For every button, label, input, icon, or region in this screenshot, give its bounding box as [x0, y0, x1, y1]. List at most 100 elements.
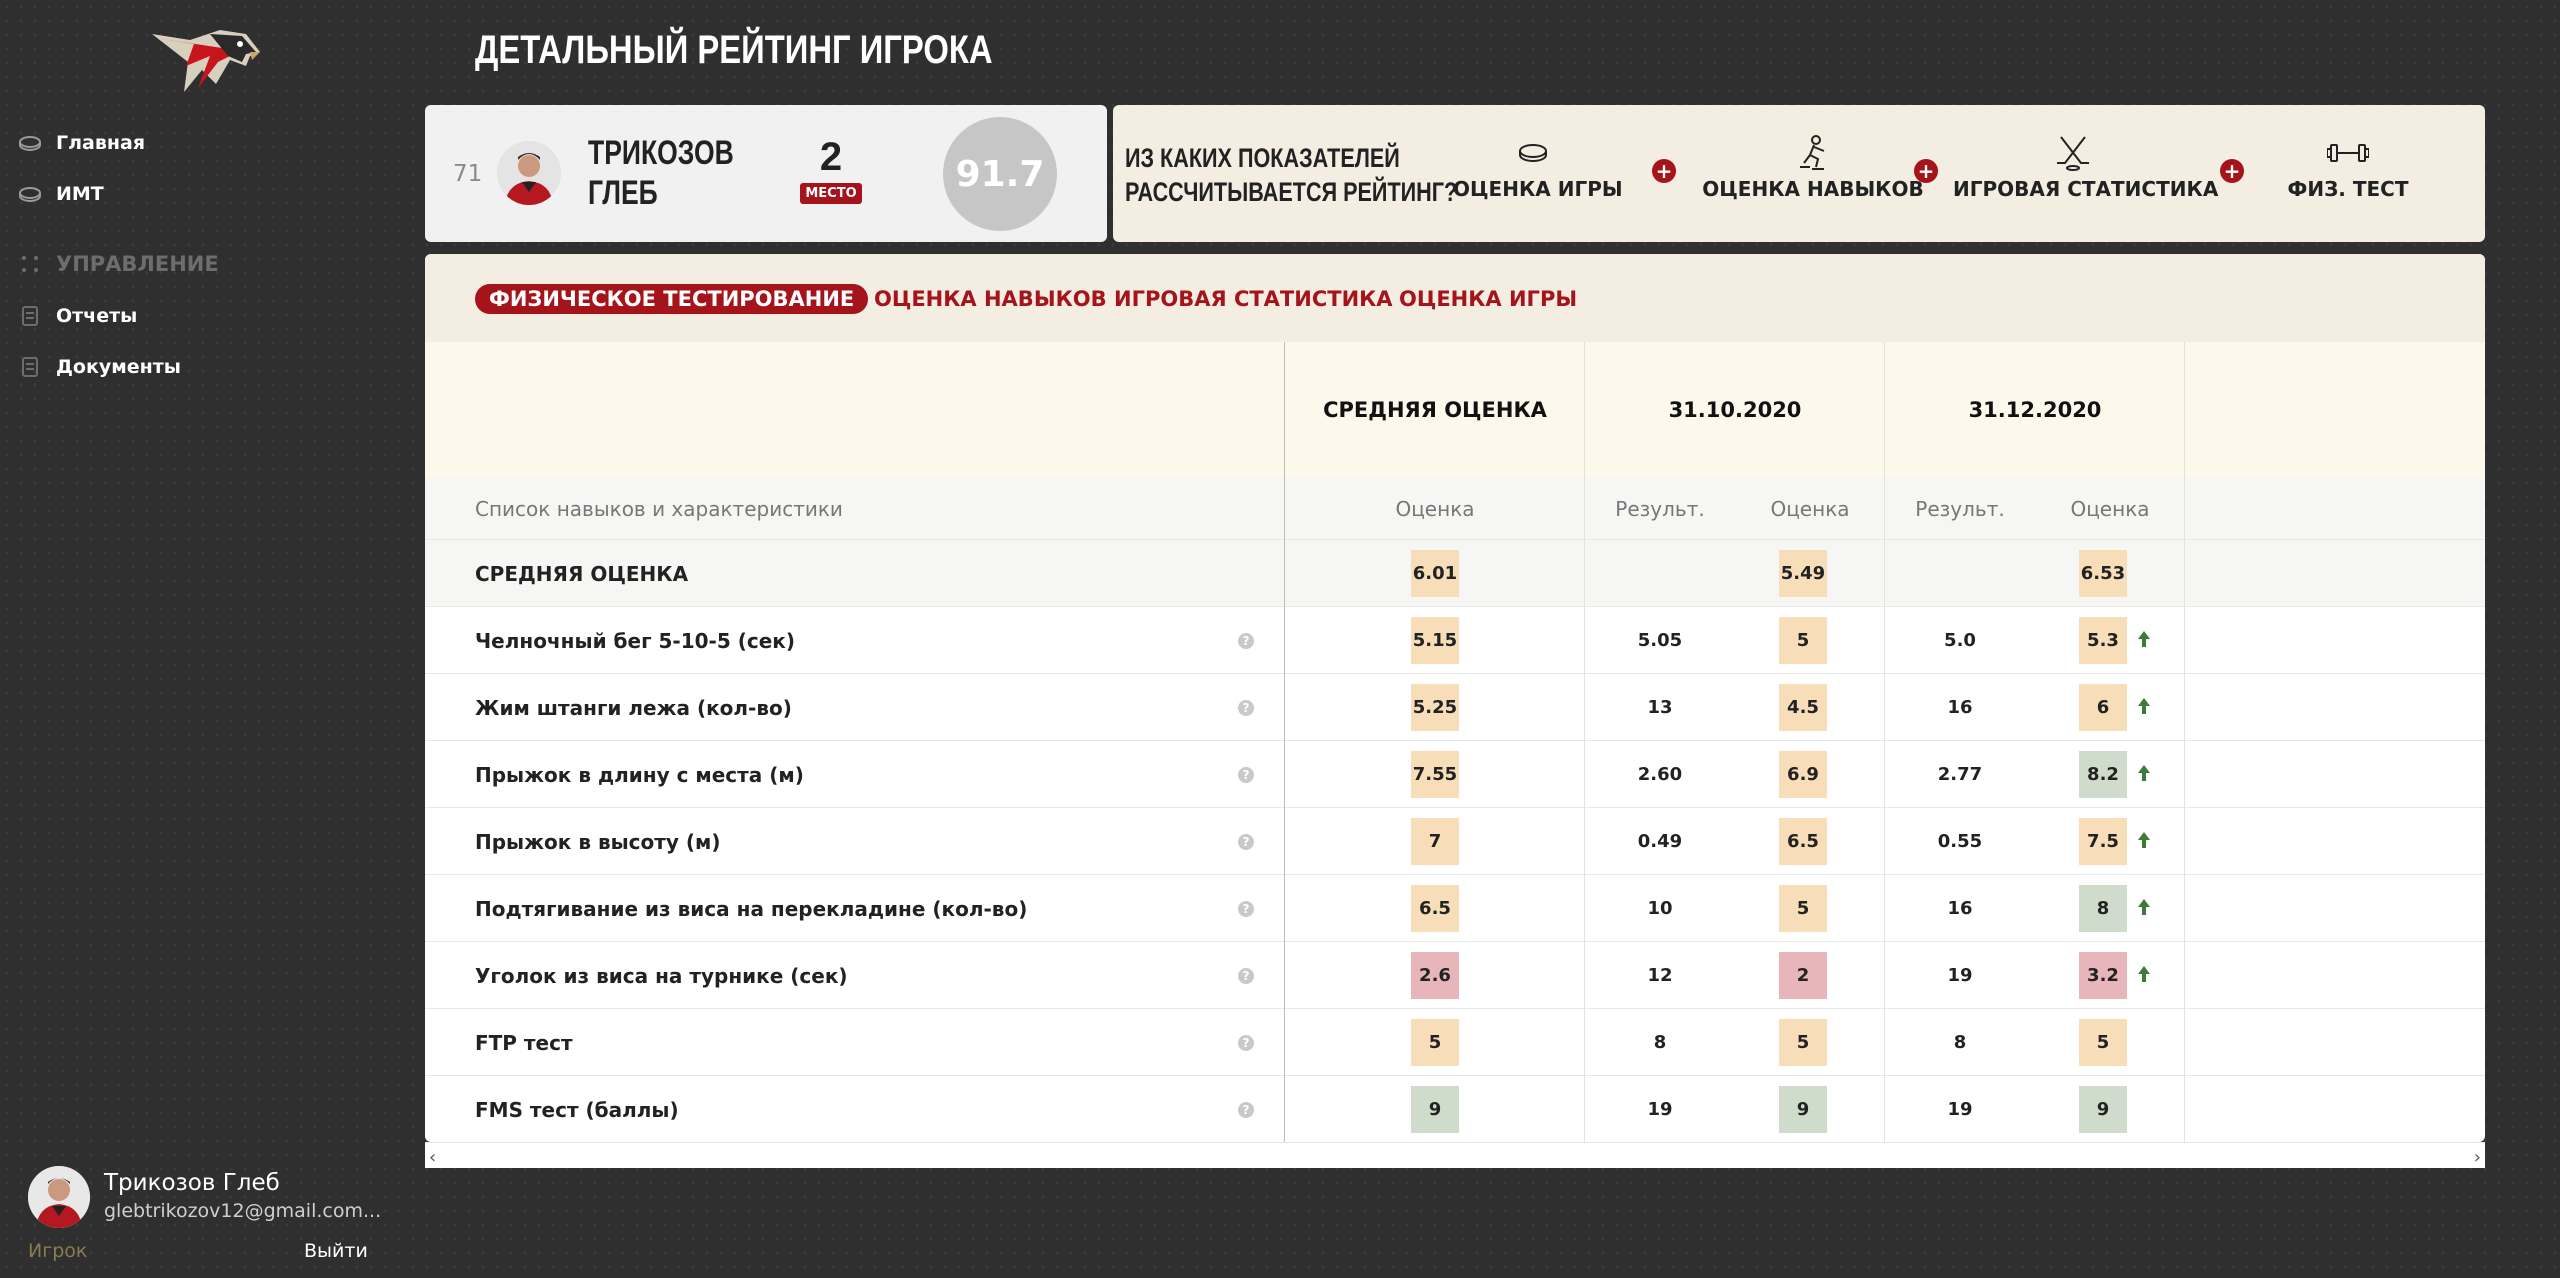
formula-question-line: РАССЧИТЫВАЕТСЯ РЕЙТИНГ? [1125, 177, 1458, 207]
help-icon[interactable]: ? [1238, 700, 1254, 716]
row-label: СРЕДНЯЯ ОЦЕНКА [475, 561, 689, 586]
result-value: 10 [1647, 898, 1673, 919]
tab-game-rating[interactable]: ОЦЕНКА ИГРЫ [1399, 284, 1577, 314]
logo-hawk-icon[interactable] [150, 26, 262, 94]
score-badge: 5.15 [1411, 617, 1459, 664]
player-place: 2 МЕСТО [800, 135, 862, 204]
row-label: FMS тест (баллы) [475, 1097, 679, 1122]
sidebar: Главная ИМТ УПРАВЛЕНИЕ Отчеты Документы … [0, 0, 400, 1278]
table-row: Челночный бег 5-10-5 (сек)? 5.15 5.05 5 5.0 5… [425, 607, 2485, 674]
place-number: 2 [819, 135, 843, 179]
score-badge: 9 [1411, 1086, 1459, 1133]
nav-item-imt[interactable]: ИМТ [18, 183, 104, 205]
player-photo [497, 141, 561, 205]
puck-icon [18, 133, 42, 153]
column-divider [1884, 342, 1885, 1142]
table-row: Прыжок в длину с места (м)? 7.55 2.60 6.9 2.… [425, 741, 2485, 808]
tab-skills[interactable]: ОЦЕНКА НАВЫКОВ [874, 284, 1107, 314]
tab-bar: ФИЗИЧЕСКОЕ ТЕСТИРОВАНИЕ ОЦЕНКА НАВЫКОВ И… [425, 254, 2485, 342]
score-badge: 5.49 [1779, 550, 1827, 597]
result-value: 5.05 [1637, 630, 1683, 651]
nav-section-management[interactable]: УПРАВЛЕНИЕ [18, 252, 219, 276]
nav-item-reports[interactable]: Отчеты [18, 305, 137, 327]
help-icon[interactable]: ? [1238, 834, 1254, 850]
plus-icon: + [1652, 159, 1676, 183]
nav-item-home[interactable]: Главная [18, 132, 145, 154]
avatar[interactable] [28, 1166, 90, 1228]
player-card: 71 ТРИКОЗОВ ГЛЕБ 2 МЕСТО 91.7 [425, 105, 1107, 242]
player-name: ТРИКОЗОВ ГЛЕБ [588, 133, 734, 213]
arrow-up-icon [2138, 698, 2150, 714]
arrow-up-icon [2138, 832, 2150, 848]
nav-item-documents[interactable]: Документы [18, 356, 181, 378]
formula-question-line: ИЗ КАКИХ ПОКАЗАТЕЛЕЙ [1125, 143, 1400, 173]
score-badge: 2 [1779, 952, 1827, 999]
score-badge: 7.5 [2079, 818, 2127, 865]
chevron-left-icon[interactable]: ‹ [429, 1147, 436, 1168]
formula-item-skills: ОЦЕНКА НАВЫКОВ [1698, 135, 1928, 201]
score-badge: 6.5 [1411, 885, 1459, 932]
tab-game-stats[interactable]: ИГРОВАЯ СТАТИСТИКА [1114, 284, 1393, 314]
formula-item-stats: ИГРОВАЯ СТАТИСТИКА [1953, 135, 2218, 201]
column-subheader-result: Результ. [1615, 497, 1705, 521]
help-icon[interactable]: ? [1238, 633, 1254, 649]
help-icon[interactable]: ? [1238, 968, 1254, 984]
table-row: Жим штанги лежа (кол-во)? 5.25 13 4.5 16 6 [425, 674, 2485, 741]
score-badge: 2.6 [1411, 952, 1459, 999]
score-badge: 5.3 [2079, 617, 2127, 664]
result-value: 8 [1653, 1032, 1667, 1053]
rating-score: 91.7 [943, 117, 1057, 231]
help-icon[interactable]: ? [1238, 767, 1254, 783]
column-subheader-score: Оценка [1770, 497, 1850, 521]
row-label: Уголок из виса на турнике (сек) [475, 963, 848, 988]
column-divider [1584, 342, 1585, 1142]
puck-icon [18, 184, 42, 204]
arrow-up-icon [2138, 966, 2150, 982]
result-value: 16 [1947, 697, 1973, 718]
column-subheader-result: Результ. [1915, 497, 2005, 521]
player-surname: ТРИКОЗОВ [588, 134, 734, 172]
column-subheader-score: Оценка [2070, 497, 2150, 521]
result-value: 2.77 [1937, 764, 1983, 785]
row-label: Челночный бег 5-10-5 (сек) [475, 628, 795, 653]
score-badge: 7.55 [1411, 751, 1459, 798]
score-badge: 9 [2079, 1086, 2127, 1133]
score-badge: 5 [1779, 617, 1827, 664]
document-icon [18, 306, 42, 326]
score-badge: 6.01 [1411, 550, 1459, 597]
help-icon[interactable]: ? [1238, 901, 1254, 917]
score-badge: 6.53 [2079, 550, 2127, 597]
chevron-right-icon[interactable]: › [2474, 1147, 2481, 1168]
nav-item-label: ИМТ [56, 183, 104, 205]
tab-physical-testing[interactable]: ФИЗИЧЕСКОЕ ТЕСТИРОВАНИЕ [475, 284, 869, 314]
user-role: Игрок [28, 1240, 88, 1262]
player-number: 71 [453, 161, 483, 187]
nav-item-label: Главная [56, 132, 146, 154]
grid-dots-icon [18, 254, 42, 274]
column-header-average: СРЕДНЯЯ ОЦЕНКА [1323, 398, 1547, 422]
help-icon[interactable]: ? [1238, 1102, 1254, 1118]
rating-formula-card: ИЗ КАКИХ ПОКАЗАТЕЛЕЙ РАССЧИТЫВАЕТСЯ РЕЙТ… [1113, 105, 2485, 242]
crossed-sticks-icon [1953, 135, 2193, 171]
table-row: Подтягивание из виса на перекладине (кол… [425, 875, 2485, 942]
result-value: 2.60 [1637, 764, 1683, 785]
column-subheader-score: Оценка [1395, 497, 1475, 521]
horizontal-scrollbar[interactable]: ‹ › [425, 1142, 2485, 1168]
result-value: 12 [1647, 965, 1673, 986]
column-divider [1284, 342, 1285, 1142]
result-value: 19 [1947, 1099, 1973, 1120]
skater-icon [1698, 135, 1928, 171]
score-badge: 5 [1779, 885, 1827, 932]
arrow-up-icon [2138, 631, 2150, 647]
formula-item-game: ОЦЕНКА ИГРЫ [1453, 135, 1623, 201]
result-value: 0.49 [1637, 831, 1683, 852]
formula-item-label: ОЦЕНКА ИГРЫ [1453, 177, 1623, 201]
help-icon[interactable]: ? [1238, 1035, 1254, 1051]
row-label: Жим штанги лежа (кол-во) [475, 695, 792, 720]
score-badge: 7 [1411, 818, 1459, 865]
column-divider [2184, 342, 2185, 1142]
result-value: 8 [1953, 1032, 1967, 1053]
formula-item-label: ФИЗ. ТЕСТ [2287, 177, 2409, 201]
row-label: FTP тест [475, 1030, 573, 1055]
logout-button[interactable]: Выйти [304, 1240, 368, 1262]
